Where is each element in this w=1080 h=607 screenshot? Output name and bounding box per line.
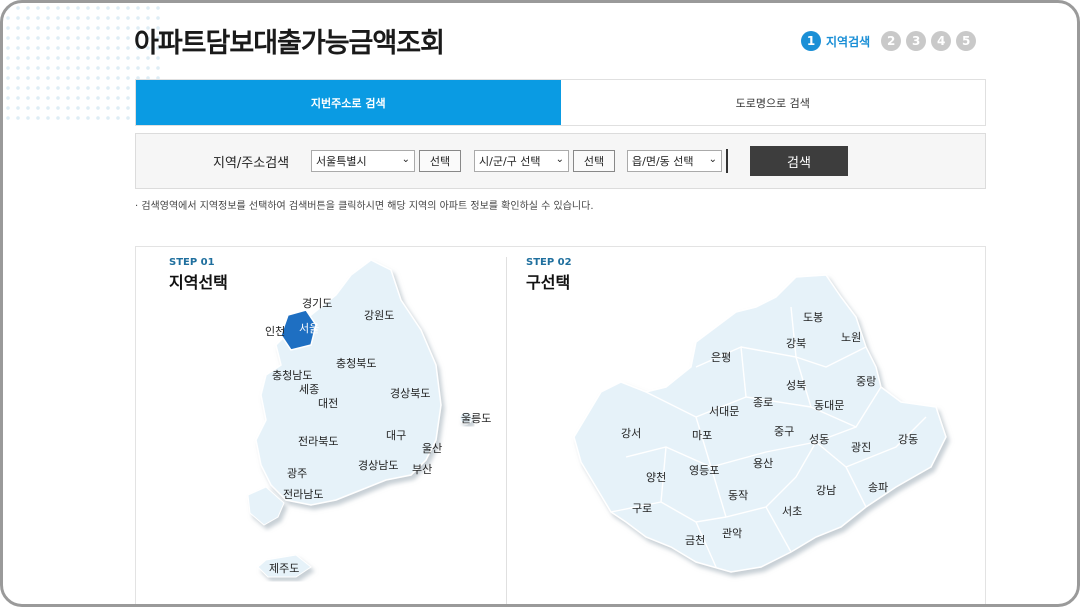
dong-select-value: 읍/면/동 선택 [632,155,694,168]
search-button[interactable]: 검색 [750,146,848,176]
district-seongbuk[interactable]: 성북 [786,379,806,392]
district-gwangjin[interactable]: 광진 [851,441,871,454]
region-gyeongnam[interactable]: 경상남도 [358,459,398,472]
region-seoul[interactable]: 서울 [299,322,319,335]
district-songpa[interactable]: 송파 [868,481,888,494]
seoul-outline [573,274,947,573]
region-ulsan[interactable]: 울산 [422,442,442,455]
step-4-icon: 4 [931,31,952,51]
district-mapo[interactable]: 마포 [692,429,712,442]
district-eunpyeong[interactable]: 은평 [711,351,731,364]
tab-jibun-address[interactable]: 지번주소로 검색 [136,80,561,125]
step-2-icon: 2 [881,31,902,51]
region-daegu[interactable]: 대구 [386,429,406,442]
map-panel: STEP 01 지역선택 STEP 02 구선택 경기도 인천 서울 강원도 충… [135,246,986,604]
step-indicator: 1 지역검색 2 3 4 5 [801,31,977,51]
panel-divider [506,257,507,604]
district-seodaemun[interactable]: 서대문 [709,405,739,418]
korea-map: 경기도 인천 서울 강원도 충청북도 충청남도 세종 대전 경상북도 울릉도 전… [247,259,491,578]
region-ulleungdo[interactable]: 울릉도 [461,412,491,425]
district-seongdong[interactable]: 성동 [809,433,829,446]
district-geumcheon[interactable]: 금천 [685,533,705,547]
step1-title: 지역선택 [169,273,228,292]
divider [726,149,728,173]
region-chungnam[interactable]: 충청남도 [272,369,312,382]
district-jung[interactable]: 중구 [774,425,794,438]
dong-select[interactable]: 읍/면/동 선택 ⌄ [627,150,722,172]
step-3-icon: 3 [906,31,927,51]
region-gangwon[interactable]: 강원도 [364,309,394,322]
district-gangdong[interactable]: 강동 [898,433,918,446]
step-1-label: 지역검색 [826,34,871,49]
tab-road-name[interactable]: 도로명으로 검색 [560,80,985,125]
district-gangseo[interactable]: 강서 [621,427,641,440]
region-gyeongbuk[interactable]: 경상북도 [390,387,430,400]
chevron-down-icon: ⌄ [401,154,410,165]
region-incheon[interactable]: 인천 [265,324,285,338]
region-sejong[interactable]: 세종 [299,383,319,396]
region-jeonbuk[interactable]: 전라북도 [298,435,338,448]
step-5-icon: 5 [956,31,977,51]
district-gangnam[interactable]: 강남 [816,484,836,497]
sigungu-select[interactable]: 시/군/구 선택 ⌄ [474,150,569,172]
search-tabs: 지번주소로 검색 도로명으로 검색 [135,79,986,126]
region-gyeonggi[interactable]: 경기도 [302,297,332,310]
district-yangcheon[interactable]: 양천 [646,470,666,484]
district-yeongdeungpo[interactable]: 영등포 [689,464,719,477]
seoul-district-map: 도봉 노원 강북 은평 성북 중랑 종로 동대문 서대문 강서 마포 중구 성동… [573,274,947,573]
window-frame: 아파트담보대출가능금액조회 1 지역검색 2 3 4 5 지번주소로 검색 도로… [0,0,1080,607]
sigungu-select-button[interactable]: 선택 [573,150,615,172]
district-gangbuk[interactable]: 강북 [786,337,806,350]
region-jeju[interactable]: 제주도 [269,562,299,575]
step2-title: 구선택 [526,273,571,292]
sido-select-value: 서울특별시 [316,155,367,168]
search-label: 지역/주소검색 [213,156,290,171]
chevron-down-icon: ⌄ [708,154,717,165]
district-dongdaemun[interactable]: 동대문 [814,399,844,412]
region-jeonnam[interactable]: 전라남도 [283,488,323,501]
district-gwanak[interactable]: 관악 [722,527,742,540]
address-search-bar: 지역/주소검색 서울특별시 ⌄ 선택 시/군/구 선택 ⌄ 선택 읍/면/동 선… [135,133,986,189]
step2-tag: STEP 02 [526,257,572,268]
region-chungbuk[interactable]: 충청북도 [336,357,376,370]
district-dobong[interactable]: 도봉 [803,311,823,324]
sido-select[interactable]: 서울특별시 ⌄ [311,150,415,172]
chevron-down-icon: ⌄ [555,154,564,165]
district-jungnang[interactable]: 중랑 [856,375,876,388]
region-gwangju[interactable]: 광주 [287,467,307,480]
step1-tag: STEP 01 [169,257,215,268]
sido-select-button[interactable]: 선택 [419,150,461,172]
region-busan[interactable]: 부산 [412,463,432,476]
district-dongjak[interactable]: 동작 [728,489,748,502]
page-title: 아파트담보대출가능금액조회 [134,28,445,59]
district-guro[interactable]: 구로 [632,502,652,515]
region-daejeon[interactable]: 대전 [318,397,338,410]
district-nowon[interactable]: 노원 [841,331,861,344]
district-yongsan[interactable]: 용산 [753,457,773,470]
search-notice: · 검색영역에서 지역정보를 선택하여 검색버튼을 클릭하시면 해당 지역의 아… [135,201,594,212]
sigungu-select-value: 시/군/구 선택 [479,155,541,168]
district-jongno[interactable]: 종로 [753,396,773,409]
district-seocho[interactable]: 서초 [782,505,802,518]
step-1-icon: 1 [801,31,821,51]
